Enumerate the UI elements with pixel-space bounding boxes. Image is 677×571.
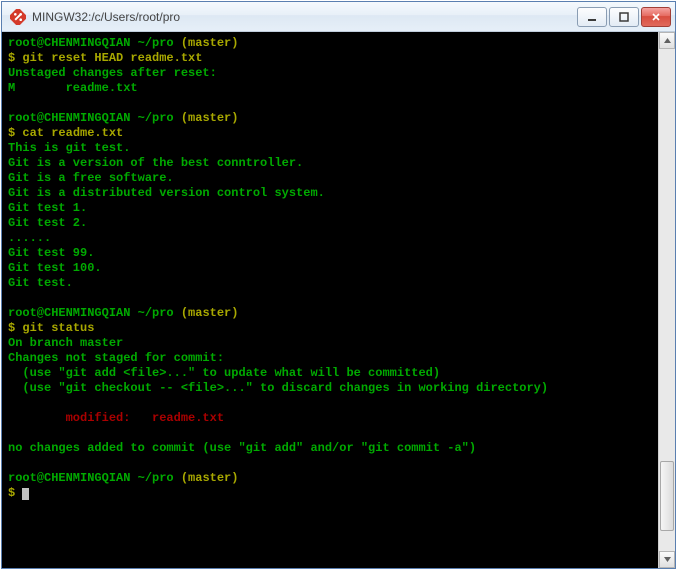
output-line: Git test 1. bbox=[8, 201, 87, 215]
chevron-down-icon bbox=[663, 555, 672, 564]
scrollbar[interactable] bbox=[658, 32, 675, 568]
output-line: (use "git add <file>..." to update what … bbox=[8, 366, 440, 380]
minimize-button[interactable] bbox=[577, 7, 607, 27]
prompt-branch: (master) bbox=[181, 111, 239, 125]
output-line: (use "git checkout -- <file>..." to disc… bbox=[8, 381, 548, 395]
output-line: Git test 100. bbox=[8, 261, 102, 275]
window-controls bbox=[575, 7, 671, 27]
titlebar[interactable]: MINGW32:/c/Users/root/pro bbox=[2, 2, 675, 32]
prompt-branch: (master) bbox=[181, 306, 239, 320]
output-line: On branch master bbox=[8, 336, 123, 350]
output-line: Changes not staged for commit: bbox=[8, 351, 224, 365]
command-text: git reset HEAD readme.txt bbox=[22, 51, 202, 65]
prompt-user-host: root@CHENMINGQIAN ~/pro bbox=[8, 36, 174, 50]
cursor bbox=[22, 488, 29, 500]
app-icon bbox=[10, 9, 26, 25]
output-line: Git test 2. bbox=[8, 216, 87, 230]
maximize-icon bbox=[619, 12, 629, 22]
close-icon bbox=[651, 12, 661, 22]
output-line: ...... bbox=[8, 231, 51, 245]
prompt-user-host: root@CHENMINGQIAN ~/pro bbox=[8, 111, 174, 125]
prompt-symbol: $ bbox=[8, 51, 22, 65]
close-button[interactable] bbox=[641, 7, 671, 27]
prompt-branch: (master) bbox=[181, 36, 239, 50]
output-line: M readme.txt bbox=[8, 81, 138, 95]
prompt-symbol: $ bbox=[8, 486, 22, 500]
prompt-symbol: $ bbox=[8, 321, 22, 335]
output-line: modified: readme.txt bbox=[8, 411, 224, 425]
output-line: Git test. bbox=[8, 276, 73, 290]
output-line: no changes added to commit (use "git add… bbox=[8, 441, 476, 455]
maximize-button[interactable] bbox=[609, 7, 639, 27]
output-line: Git is a free software. bbox=[8, 171, 174, 185]
output-line: Git test 99. bbox=[8, 246, 94, 260]
scroll-down-button[interactable] bbox=[659, 551, 675, 568]
scroll-up-button[interactable] bbox=[659, 32, 675, 49]
scrollbar-thumb[interactable] bbox=[660, 461, 674, 531]
window-title: MINGW32:/c/Users/root/pro bbox=[32, 10, 575, 24]
prompt-user-host: root@CHENMINGQIAN ~/pro bbox=[8, 471, 174, 485]
app-window: MINGW32:/c/Users/root/pro root@CHENMINGQ… bbox=[1, 1, 676, 569]
minimize-icon bbox=[587, 12, 597, 22]
terminal[interactable]: root@CHENMINGQIAN ~/pro (master) $ git r… bbox=[2, 32, 658, 568]
output-line: Git is a distributed version control sys… bbox=[8, 186, 325, 200]
scrollbar-track[interactable] bbox=[659, 49, 675, 551]
chevron-up-icon bbox=[663, 36, 672, 45]
command-text: git status bbox=[22, 321, 94, 335]
output-line: This is git test. bbox=[8, 141, 130, 155]
output-line: Unstaged changes after reset: bbox=[8, 66, 217, 80]
output-line: Git is a version of the best conntroller… bbox=[8, 156, 303, 170]
prompt-branch: (master) bbox=[181, 471, 239, 485]
command-text: cat readme.txt bbox=[22, 126, 123, 140]
terminal-area: root@CHENMINGQIAN ~/pro (master) $ git r… bbox=[2, 32, 675, 568]
prompt-symbol: $ bbox=[8, 126, 22, 140]
prompt-user-host: root@CHENMINGQIAN ~/pro bbox=[8, 306, 174, 320]
